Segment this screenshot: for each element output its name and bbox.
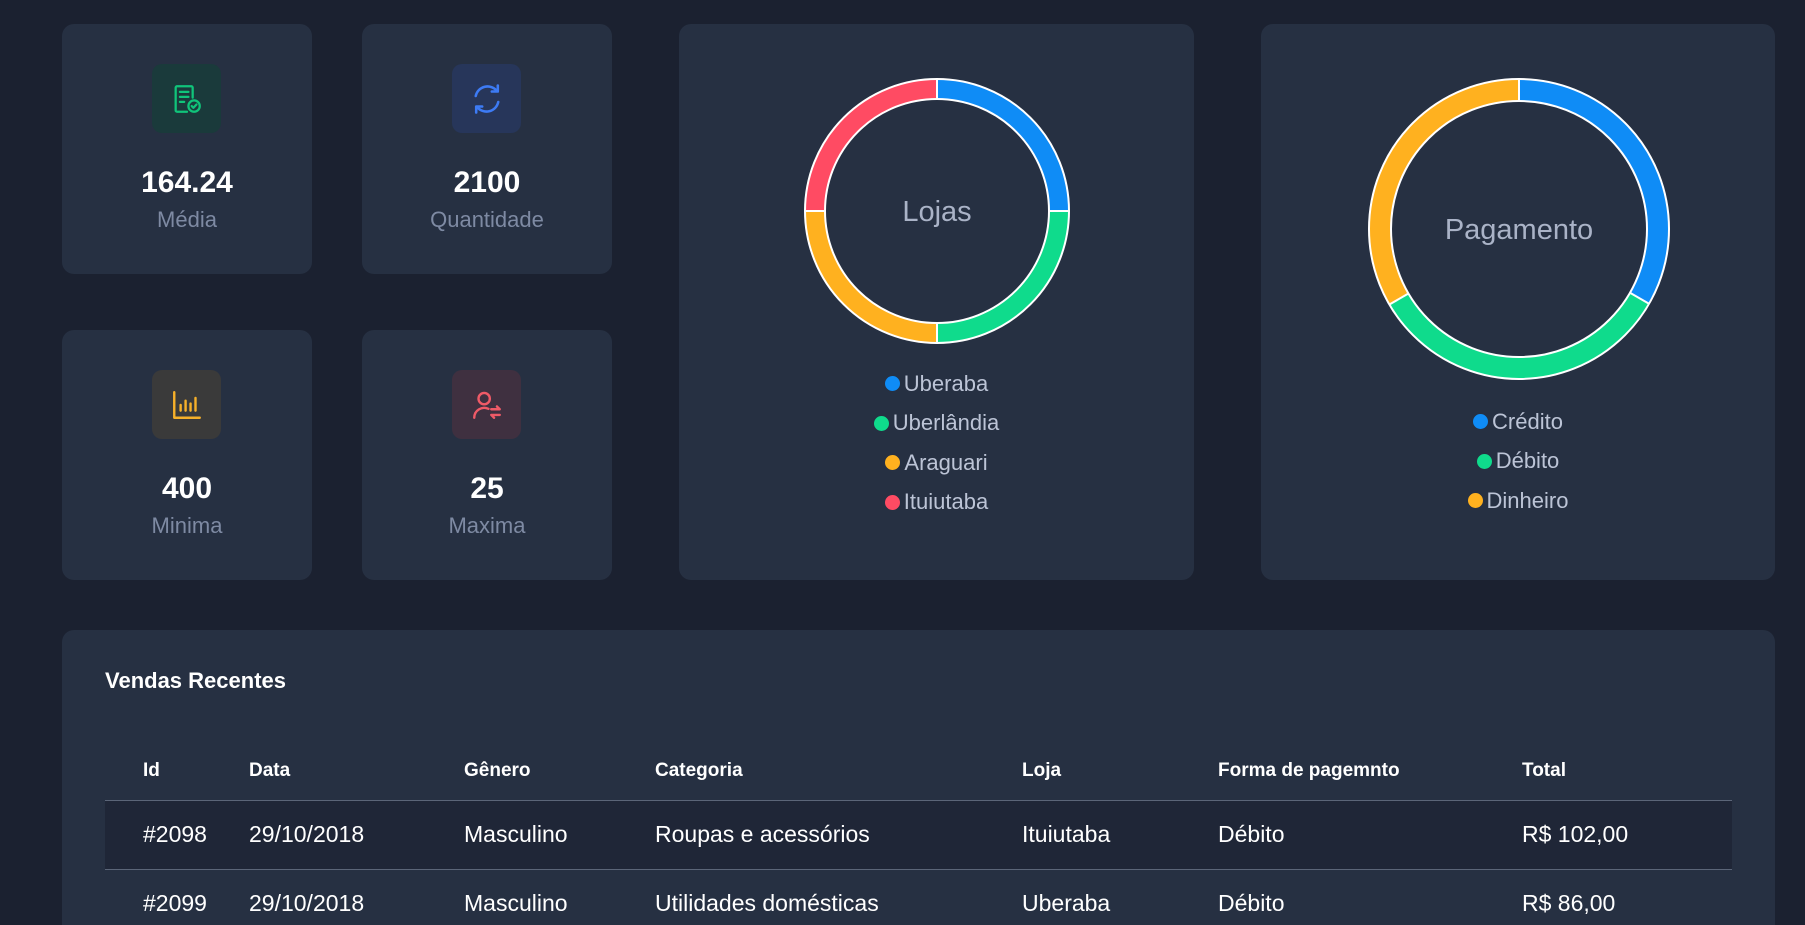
user-switch-icon bbox=[452, 370, 521, 439]
legend-label: Crédito bbox=[1492, 408, 1563, 434]
donut-center-title: Pagamento bbox=[1445, 214, 1593, 246]
table-row[interactable]: #2098 29/10/2018 Masculino Roupas e aces… bbox=[105, 800, 1732, 870]
header-data[interactable]: Data bbox=[249, 742, 464, 801]
legend-item-uberaba[interactable]: Uberaba bbox=[884, 364, 989, 404]
header-categoria[interactable]: Categoria bbox=[655, 742, 1022, 801]
cell-categoria: Utilidades domésticas bbox=[655, 869, 1022, 925]
cell-data: 29/10/2018 bbox=[249, 869, 464, 925]
legend-label: Uberaba bbox=[903, 370, 989, 396]
recent-sales-card: Vendas Recentes Id Data Gênero Categoria… bbox=[62, 630, 1775, 925]
stat-value: 164.24 bbox=[141, 166, 233, 199]
slice-ituiutaba[interactable] bbox=[805, 79, 938, 212]
cell-total: R$ 102,00 bbox=[1522, 800, 1732, 870]
stat-label: Maxima bbox=[448, 513, 526, 538]
stat-value: 2100 bbox=[453, 166, 521, 199]
legend-label: Araguari bbox=[904, 449, 988, 475]
legend-item-credito[interactable]: Crédito bbox=[1473, 402, 1563, 442]
legend-label: Dinheiro bbox=[1486, 487, 1569, 513]
legend-dot-icon bbox=[1473, 414, 1489, 430]
slice-uberlandia[interactable] bbox=[936, 210, 1069, 343]
legend-label: Uberlândia bbox=[892, 410, 1000, 436]
cell-forma-pagamento: Débito bbox=[1218, 800, 1522, 870]
pagamento-chart-card: Pagamento Crédito Débito Dinheiro bbox=[1261, 24, 1775, 580]
pagamento-legend: Crédito Débito Dinheiro bbox=[1261, 402, 1775, 521]
recent-sales-table: Id Data Gênero Categoria Loja Forma de p… bbox=[105, 742, 1732, 925]
cell-total: R$ 86,00 bbox=[1522, 869, 1732, 925]
lojas-legend: Uberaba Uberlândia Araguari Ituiutaba bbox=[679, 364, 1194, 522]
legend-dot-icon bbox=[1476, 453, 1492, 469]
header-id[interactable]: Id bbox=[105, 742, 249, 801]
header-genero[interactable]: Gênero bbox=[464, 742, 655, 801]
legend-dot-icon bbox=[873, 415, 889, 431]
legend-label: Ituiutaba bbox=[903, 489, 989, 515]
lojas-chart-card: Lojas Uberaba Uberlândia Araguari Ituiutaba bbox=[679, 24, 1194, 580]
legend-item-dinheiro[interactable]: Dinheiro bbox=[1467, 481, 1569, 521]
legend-item-debito[interactable]: Débito bbox=[1476, 442, 1560, 482]
header-total[interactable]: Total bbox=[1522, 742, 1732, 801]
recent-sales-title: Vendas Recentes bbox=[105, 668, 286, 693]
legend-item-ituiutaba[interactable]: Ituiutaba bbox=[884, 483, 989, 523]
cell-loja: Uberaba bbox=[1022, 869, 1218, 925]
pagamento-donut-chart: Pagamento bbox=[1368, 78, 1670, 380]
legend-dot-icon bbox=[885, 455, 901, 471]
refresh-icon bbox=[452, 64, 521, 133]
stat-card-media: 164.24 Média bbox=[62, 24, 312, 274]
table-row[interactable]: #2099 29/10/2018 Masculino Utilidades do… bbox=[105, 869, 1732, 925]
stat-label: Média bbox=[157, 207, 217, 232]
donut-center-title: Lojas bbox=[902, 196, 971, 228]
stat-card-quantidade: 2100 Quantidade bbox=[362, 24, 612, 274]
legend-item-uberlandia[interactable]: Uberlândia bbox=[873, 404, 1000, 444]
slice-uberaba[interactable] bbox=[936, 79, 1069, 212]
legend-item-araguari[interactable]: Araguari bbox=[885, 443, 988, 483]
cell-categoria: Roupas e acessórios bbox=[655, 800, 1022, 870]
slice-araguari[interactable] bbox=[805, 210, 938, 343]
stat-card-maxima: 25 Maxima bbox=[362, 330, 612, 580]
stat-label: Minima bbox=[151, 513, 223, 538]
cell-forma-pagamento: Débito bbox=[1218, 869, 1522, 925]
lojas-donut-chart: Lojas bbox=[804, 78, 1070, 344]
stat-value: 400 bbox=[161, 472, 213, 505]
cell-loja: Ituiutaba bbox=[1022, 800, 1218, 870]
cell-genero: Masculino bbox=[464, 800, 655, 870]
cell-genero: Masculino bbox=[464, 869, 655, 925]
table-header-row: Id Data Gênero Categoria Loja Forma de p… bbox=[105, 742, 1732, 801]
cell-id: #2099 bbox=[105, 869, 249, 925]
bar-chart-icon bbox=[152, 370, 221, 439]
cell-id: #2098 bbox=[105, 800, 249, 870]
legend-label: Débito bbox=[1495, 448, 1560, 474]
stat-value: 25 bbox=[470, 472, 504, 505]
cell-data: 29/10/2018 bbox=[249, 800, 464, 870]
legend-dot-icon bbox=[1467, 493, 1483, 509]
header-loja[interactable]: Loja bbox=[1022, 742, 1218, 801]
legend-dot-icon bbox=[884, 376, 900, 392]
dashboard: 164.24 Média 2100 Quantidade 400 Minima … bbox=[0, 0, 1805, 925]
stat-label: Quantidade bbox=[430, 207, 544, 232]
stat-card-minima: 400 Minima bbox=[62, 330, 312, 580]
legend-dot-icon bbox=[884, 494, 900, 510]
header-forma-pagamento[interactable]: Forma de pagemnto bbox=[1218, 742, 1522, 801]
receipt-check-icon bbox=[152, 64, 221, 133]
